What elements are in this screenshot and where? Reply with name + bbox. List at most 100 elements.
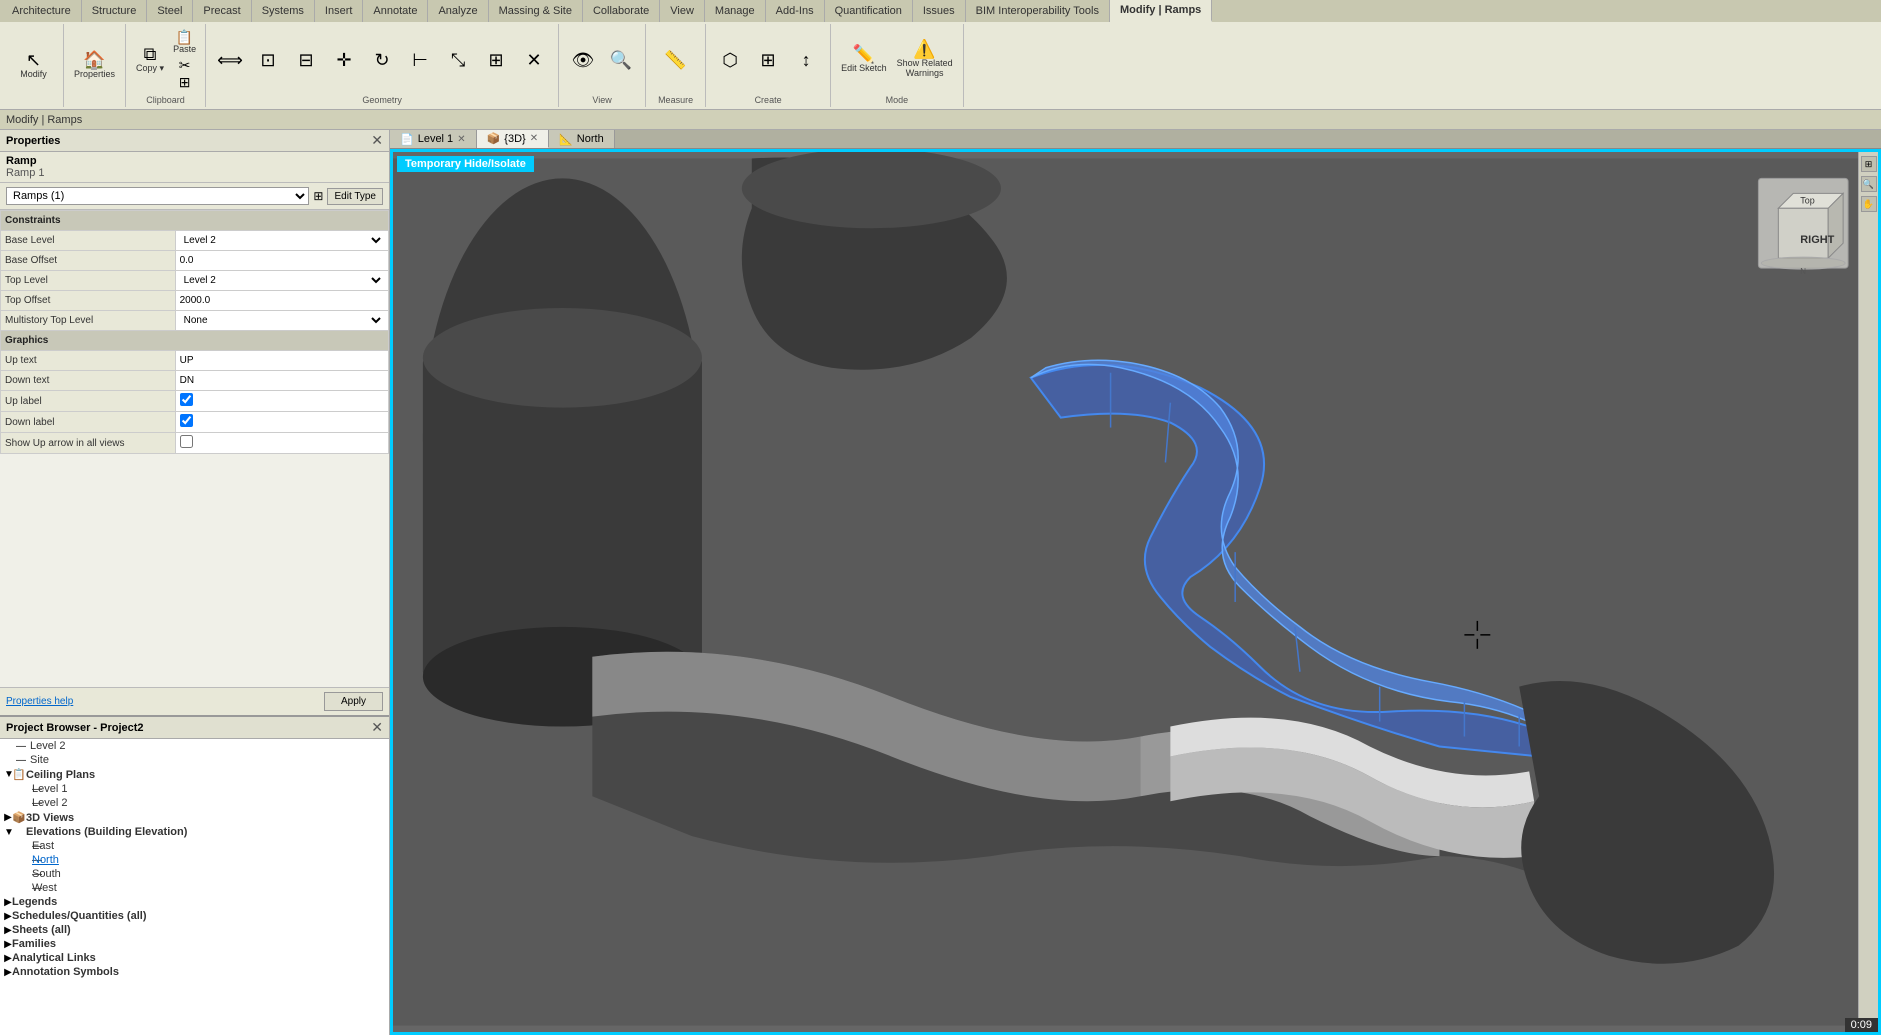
edit-sketch-icon: ✏️ bbox=[853, 45, 875, 63]
ribbon-tab-insert[interactable]: Insert bbox=[315, 0, 364, 22]
cut-button[interactable]: ✂ bbox=[170, 57, 199, 73]
top-level-row: Top Level Level 2 bbox=[1, 271, 389, 291]
tab-3d-close[interactable]: ✕ bbox=[530, 133, 538, 144]
view-btn1[interactable]: 👁 bbox=[565, 49, 601, 71]
ribbon-tab-steel[interactable]: Steel bbox=[147, 0, 193, 22]
tree-item-ceiling-level1[interactable]: — Level 1 bbox=[0, 782, 389, 796]
create-btn2[interactable]: ⊞ bbox=[750, 49, 786, 71]
ribbon-tab-modify-ramps[interactable]: Modify | Ramps bbox=[1110, 0, 1212, 22]
view-btn2[interactable]: 🔍 bbox=[603, 49, 639, 71]
down-label-checkbox[interactable] bbox=[180, 414, 193, 427]
tree-item-north[interactable]: — North bbox=[0, 853, 389, 867]
3d-views-toggle: ▶ bbox=[0, 812, 12, 823]
properties-close-button[interactable]: ✕ bbox=[371, 132, 383, 149]
ribbon-tab-quantification[interactable]: Quantification bbox=[825, 0, 913, 22]
up-label-value[interactable] bbox=[175, 391, 388, 412]
tree-item-east[interactable]: — East bbox=[0, 839, 389, 853]
tab-3d[interactable]: 📦 {3D} ✕ bbox=[477, 130, 550, 148]
zoom-button[interactable]: 🔍 bbox=[1861, 176, 1877, 192]
geometry-btn4[interactable]: ✛ bbox=[326, 49, 362, 71]
show-up-arrow-checkbox[interactable] bbox=[180, 435, 193, 448]
apply-button[interactable]: Apply bbox=[324, 692, 383, 711]
view-icon1: 👁 bbox=[572, 51, 595, 69]
ribbon-group-clipboard: ⧉ Copy ▾ 📋 Paste ✂ ⊞ Clipboard bbox=[126, 24, 206, 107]
create-icon2: ⊞ bbox=[761, 51, 776, 69]
properties-button[interactable]: 🏠 Properties bbox=[70, 49, 119, 82]
temp-hide-banner[interactable]: Temporary Hide/Isolate bbox=[397, 156, 534, 172]
ribbon-tab-annotate[interactable]: Annotate bbox=[363, 0, 428, 22]
modify-button[interactable]: ↖ Modify bbox=[16, 49, 52, 82]
geometry-btn6[interactable]: ⊢ bbox=[402, 49, 438, 71]
geometry-btn2[interactable]: ⊡ bbox=[250, 49, 286, 71]
geometry-btn5[interactable]: ↻ bbox=[364, 49, 400, 71]
show-up-arrow-value[interactable] bbox=[175, 433, 388, 454]
create-btn1[interactable]: ⬡ bbox=[712, 49, 748, 71]
tree-item-schedules[interactable]: ▶ Schedules/Quantities (all) bbox=[0, 909, 389, 923]
base-offset-value[interactable] bbox=[175, 251, 388, 271]
element-selector[interactable]: Ramps (1) bbox=[6, 187, 309, 205]
up-text-label: Up text bbox=[1, 351, 176, 371]
tree-item-west[interactable]: — West bbox=[0, 881, 389, 895]
multistory-value[interactable]: None bbox=[175, 311, 388, 331]
site-toggle: — bbox=[0, 755, 16, 766]
tree-item-elevations[interactable]: ▼ Elevations (Building Elevation) bbox=[0, 825, 389, 839]
measure-btn[interactable]: 📏 bbox=[658, 49, 694, 71]
ribbon-tab-systems[interactable]: Systems bbox=[252, 0, 315, 22]
top-level-value[interactable]: Level 2 bbox=[175, 271, 388, 291]
geometry-btn8[interactable]: ⊞ bbox=[478, 49, 514, 71]
multistory-label: Multistory Top Level bbox=[1, 311, 176, 331]
tree-item-analytical-links[interactable]: ▶ Analytical Links bbox=[0, 951, 389, 965]
zoom-extents-button[interactable]: ⊞ bbox=[1861, 156, 1877, 172]
up-label-checkbox[interactable] bbox=[180, 393, 193, 406]
browser-close-button[interactable]: ✕ bbox=[371, 719, 383, 736]
ribbon-tab-issues[interactable]: Issues bbox=[913, 0, 966, 22]
geometry-btn7[interactable]: ⤡ bbox=[440, 49, 476, 71]
tree-item-level2[interactable]: — Level 2 bbox=[0, 739, 389, 753]
copy-button[interactable]: ⧉ Copy ▾ bbox=[132, 43, 168, 76]
ribbon-tab-massing[interactable]: Massing & Site bbox=[489, 0, 583, 22]
tree-item-legends[interactable]: ▶ Legends bbox=[0, 895, 389, 909]
show-related-warnings-button[interactable]: ⚠️ Show Related Warnings bbox=[893, 38, 957, 81]
geometry-btn3[interactable]: ⊟ bbox=[288, 49, 324, 71]
down-label-value[interactable] bbox=[175, 412, 388, 433]
tree-item-south[interactable]: — South bbox=[0, 867, 389, 881]
geometry-btn9[interactable]: ✕ bbox=[516, 49, 552, 71]
pan-button[interactable]: ✋ bbox=[1861, 196, 1877, 212]
tree-item-site[interactable]: — Site bbox=[0, 753, 389, 767]
ribbon-tab-addins[interactable]: Add-Ins bbox=[766, 0, 825, 22]
tree-item-ceiling-plans[interactable]: ▼ 📋 Ceiling Plans bbox=[0, 767, 389, 782]
tree-item-annotation-symbols[interactable]: ▶ Annotation Symbols bbox=[0, 965, 389, 979]
element-type: Ramp bbox=[6, 155, 383, 167]
edit-type-button[interactable]: Edit Type bbox=[327, 188, 383, 205]
ribbon-tab-analyze[interactable]: Analyze bbox=[428, 0, 488, 22]
up-text-value[interactable] bbox=[175, 351, 388, 371]
tree-item-families[interactable]: ▶ Families bbox=[0, 937, 389, 951]
ribbon-tab-structure[interactable]: Structure bbox=[82, 0, 148, 22]
down-text-value[interactable] bbox=[175, 371, 388, 391]
ribbon-tab-precast[interactable]: Precast bbox=[193, 0, 251, 22]
ribbon-tab-architecture[interactable]: Architecture bbox=[2, 0, 82, 22]
ribbon-tab-bim[interactable]: BIM Interoperability Tools bbox=[966, 0, 1110, 22]
view-cube[interactable]: RIGHT Top N bbox=[1758, 178, 1848, 276]
tree-item-3d-views[interactable]: ▶ 📦 3D Views bbox=[0, 810, 389, 825]
edit-sketch-button[interactable]: ✏️ Edit Sketch bbox=[837, 43, 891, 76]
properties-data-table: Constraints Base Level Level 2 Base Offs… bbox=[0, 210, 389, 454]
properties-help-link[interactable]: Properties help bbox=[6, 696, 73, 707]
tab-level1[interactable]: 📄 Level 1 ✕ bbox=[390, 130, 477, 148]
viewport-canvas[interactable]: Temporary Hide/Isolate bbox=[390, 149, 1881, 1035]
join-button[interactable]: ⊞ bbox=[170, 74, 199, 90]
tab-north[interactable]: 📐 North bbox=[549, 130, 615, 148]
paste-button[interactable]: 📋 Paste bbox=[170, 29, 199, 56]
geometry-btn1[interactable]: ⟺ bbox=[212, 49, 248, 71]
left-panel: Properties ✕ Ramp Ramp 1 Ramps (1) ⊞ Edi… bbox=[0, 130, 390, 1035]
tree-item-ceiling-level2[interactable]: — Level 2 bbox=[0, 796, 389, 810]
browser-title: Project Browser - Project2 bbox=[6, 722, 144, 734]
base-level-value[interactable]: Level 2 bbox=[175, 231, 388, 251]
ribbon-tab-manage[interactable]: Manage bbox=[705, 0, 766, 22]
ribbon-tab-collaborate[interactable]: Collaborate bbox=[583, 0, 660, 22]
top-offset-value[interactable] bbox=[175, 291, 388, 311]
ribbon-tab-view[interactable]: View bbox=[660, 0, 705, 22]
create-btn3[interactable]: ↕ bbox=[788, 49, 824, 71]
tree-item-sheets[interactable]: ▶ Sheets (all) bbox=[0, 923, 389, 937]
tab-level1-close[interactable]: ✕ bbox=[457, 134, 465, 145]
